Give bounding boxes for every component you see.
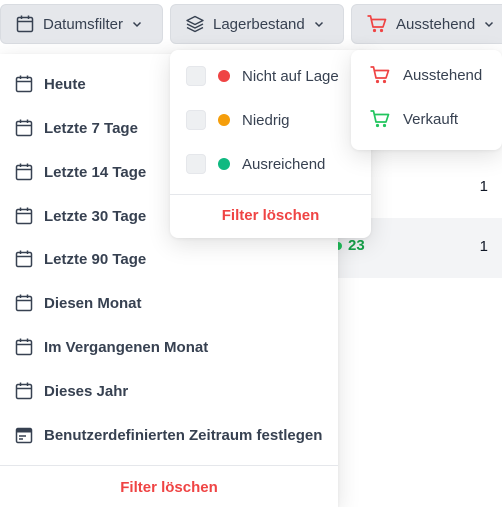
cart-icon	[370, 110, 390, 128]
date-option-last-month[interactable]: Im Vergangenen Monat	[14, 335, 208, 359]
stock-option-label: Nicht auf Lage	[242, 67, 339, 85]
date-option-last-90-days[interactable]: Letzte 90 Tage	[14, 247, 146, 271]
stock-option-low[interactable]: Niedrig	[186, 109, 290, 131]
calendar-range-icon	[15, 427, 33, 444]
stock-clear-filter-button[interactable]: Filter löschen	[170, 207, 371, 224]
stock-option-out-of-stock[interactable]: Nicht auf Lage	[186, 65, 339, 87]
status-dot-icon	[218, 158, 230, 170]
date-option-custom-range[interactable]: Benutzerdefinierten Zeitraum festlegen	[14, 423, 322, 447]
date-option-label: Letzte 14 Tage	[44, 163, 147, 181]
status-option-sold[interactable]: Verkauft	[369, 108, 458, 130]
divider	[170, 194, 371, 195]
date-option-last-30-days[interactable]: Letzte 30 Tage	[14, 204, 146, 228]
date-option-last-7-days[interactable]: Letzte 7 Tage	[14, 116, 138, 140]
stock-option-label: Ausreichend	[242, 155, 326, 173]
calendar-icon	[15, 382, 33, 400]
chevron-down-icon	[485, 21, 494, 28]
layers-icon	[186, 15, 204, 33]
cart-icon	[370, 66, 390, 84]
date-option-label: Im Vergangenen Monat	[44, 338, 209, 356]
stock-filter-dropdown: Nicht auf Lage Niedrig Ausreichend Filte…	[170, 50, 371, 238]
date-option-label: Letzte 30 Tage	[44, 207, 147, 225]
stock-filter-button[interactable]: Lagerbestand	[170, 4, 344, 44]
date-option-this-year[interactable]: Dieses Jahr	[14, 379, 128, 403]
calendar-icon	[15, 250, 33, 268]
checkbox[interactable]	[186, 110, 206, 130]
calendar-icon	[15, 207, 33, 225]
date-option-label: Dieses Jahr	[44, 382, 129, 400]
calendar-icon	[15, 294, 33, 312]
checkbox[interactable]	[186, 66, 206, 86]
chevron-down-icon	[133, 21, 142, 28]
status-option-label: Ausstehend	[403, 66, 483, 84]
status-dot-icon	[218, 70, 230, 82]
calendar-icon	[16, 15, 34, 33]
chevron-down-icon	[314, 21, 323, 28]
date-option-label: Letzte 90 Tage	[44, 250, 147, 268]
cart-icon	[367, 15, 387, 33]
date-option-label: Heute	[44, 75, 86, 93]
stock-option-label: Niedrig	[242, 111, 290, 129]
date-clear-filter-button[interactable]: Filter löschen	[0, 479, 338, 496]
date-option-today[interactable]: Heute	[14, 72, 86, 96]
date-option-last-14-days[interactable]: Letzte 14 Tage	[14, 160, 146, 184]
divider	[0, 465, 338, 466]
date-option-label: Benutzerdefinierten Zeitraum festlegen	[44, 426, 323, 444]
date-option-label: Letzte 7 Tage	[44, 119, 138, 137]
checkbox[interactable]	[186, 154, 206, 174]
stock-filter-label: Lagerbestand	[213, 15, 305, 33]
date-filter-button[interactable]: Datumsfilter	[0, 4, 163, 44]
status-filter-button[interactable]: Ausstehend	[351, 4, 502, 44]
status-dot-icon	[218, 114, 230, 126]
date-filter-label: Datumsfilter	[43, 15, 124, 33]
calendar-icon	[15, 119, 33, 137]
row-quantity: 1	[479, 178, 488, 195]
calendar-icon	[15, 75, 33, 93]
status-option-pending[interactable]: Ausstehend	[369, 64, 482, 86]
calendar-icon	[15, 338, 33, 356]
stock-badge: 23	[334, 237, 365, 254]
stock-option-sufficient[interactable]: Ausreichend	[186, 153, 325, 175]
date-option-this-month[interactable]: Diesen Monat	[14, 291, 142, 315]
status-filter-dropdown: Ausstehend Verkauft	[351, 50, 502, 150]
status-filter-label: Ausstehend	[396, 15, 476, 33]
calendar-icon	[15, 163, 33, 181]
row-quantity: 1	[479, 238, 488, 255]
date-option-label: Diesen Monat	[44, 294, 142, 312]
stock-badge-count: 23	[348, 237, 365, 254]
status-option-label: Verkauft	[403, 110, 459, 128]
